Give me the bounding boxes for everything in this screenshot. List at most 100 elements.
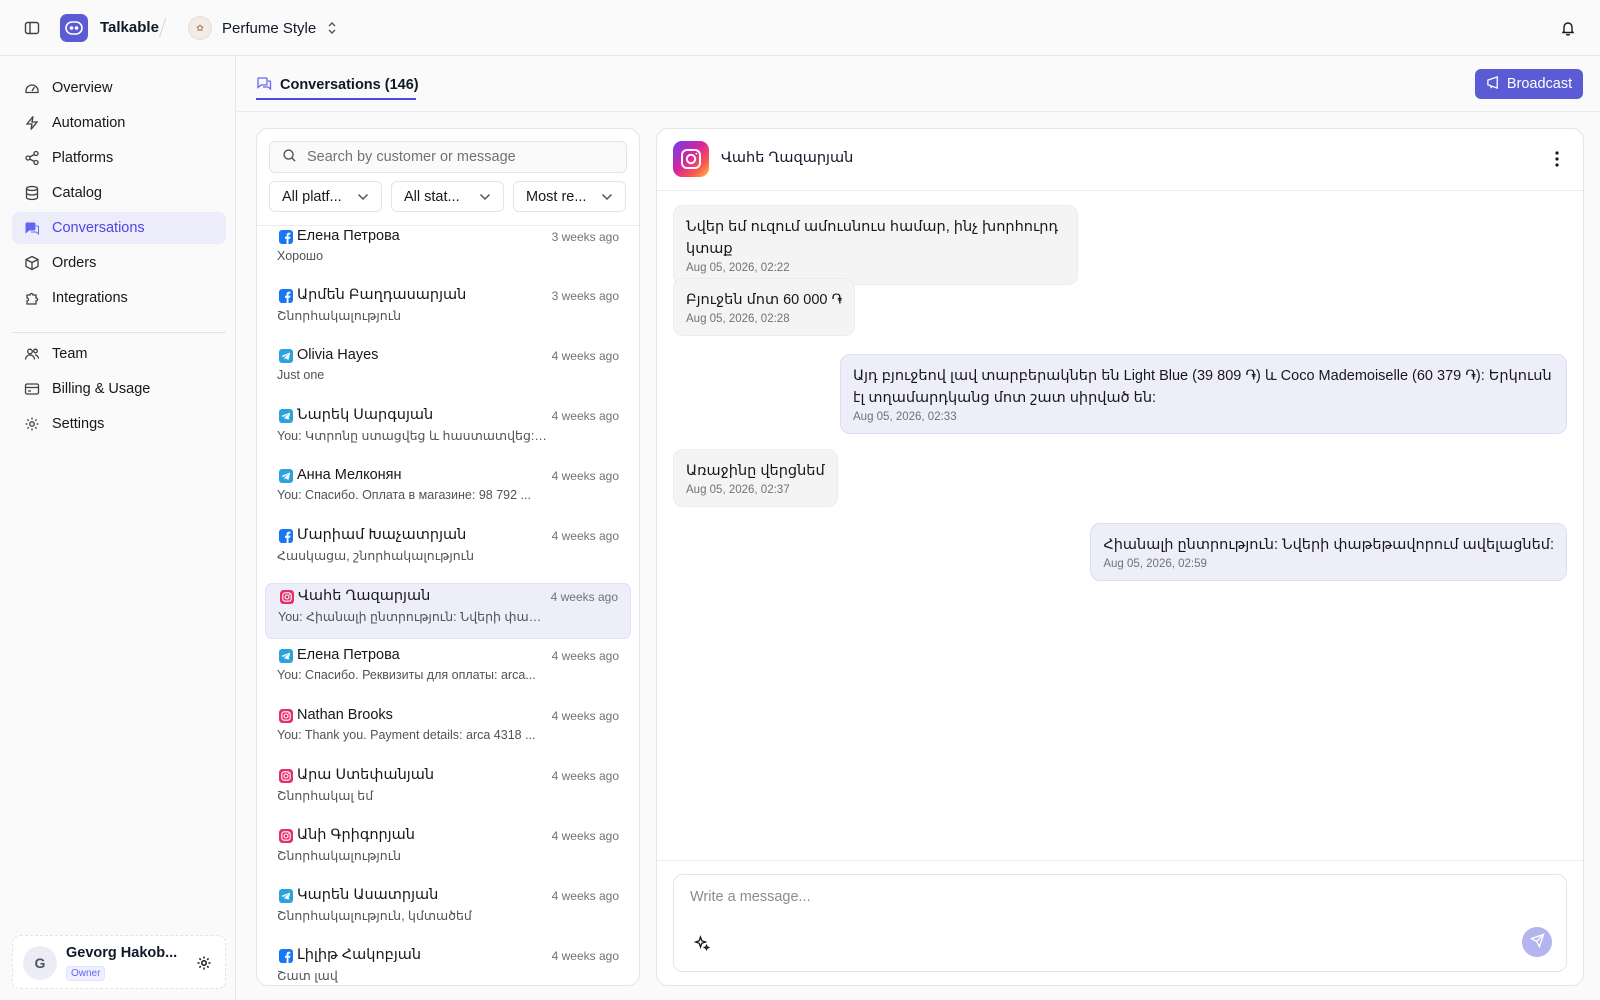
user-card[interactable]: G Gevorg Hakob... Owner xyxy=(12,935,226,989)
message-input[interactable] xyxy=(690,889,1490,913)
sparkles-icon[interactable] xyxy=(692,933,712,953)
sidebar-divider xyxy=(12,332,226,333)
chevron-up-down-icon xyxy=(328,22,336,34)
sidebar-item-label: Integrations xyxy=(52,290,128,306)
conversation-item[interactable]: Olivia Hayes 4 weeks ago Just one xyxy=(265,343,631,399)
conversation-time: 4 weeks ago xyxy=(551,469,619,483)
sidebar-item-billing[interactable]: Billing & Usage xyxy=(12,373,226,405)
conversation-preview: Շնորհակալություն xyxy=(277,849,402,863)
store-switcher[interactable]: ✿ Perfume Style xyxy=(188,14,338,42)
conversation-name: Լիլիթ Հակոբյան xyxy=(297,947,422,963)
telegram-icon xyxy=(279,409,293,423)
conversation-item[interactable]: Արմեն Բաղդասարյան 3 weeks ago Շնորհակալո… xyxy=(265,283,631,339)
message-time: Aug 05, 2026, 02:59 xyxy=(1103,558,1207,570)
facebook-icon xyxy=(279,529,293,543)
conversation-item[interactable]: Լիլիթ Հակոբյան 4 weeks ago Շատ լավ xyxy=(265,943,631,985)
sidebar-toggle-icon[interactable] xyxy=(22,18,42,38)
conversation-time: 4 weeks ago xyxy=(550,590,618,604)
instagram-icon xyxy=(280,590,294,604)
conversation-item[interactable]: Կարեն Ասատրյան 4 weeks ago Շնորհակալությ… xyxy=(265,883,631,939)
sidebar-item-conversations[interactable]: Conversations xyxy=(12,212,226,244)
sidebar-item-label: Overview xyxy=(52,80,113,96)
message-time: Aug 05, 2026, 02:28 xyxy=(686,313,790,325)
conversation-item[interactable]: Анна Мелконян 4 weeks ago You: Спасибо. … xyxy=(265,463,631,519)
sidebar-item-orders[interactable]: Orders xyxy=(12,247,226,279)
role-badge: Owner xyxy=(66,966,106,981)
more-vertical-icon[interactable] xyxy=(1547,149,1567,169)
message-time: Aug 05, 2026, 02:22 xyxy=(686,262,790,274)
app-name: Talkable xyxy=(100,19,159,36)
conversation-time: 3 weeks ago xyxy=(551,230,619,244)
conversation-preview: You: Thank you. Payment details: arca 43… xyxy=(277,728,536,742)
conversation-name: Nathan Brooks xyxy=(297,707,393,723)
conversation-item[interactable]: Елена Петрова 3 weeks ago Хорошо xyxy=(265,226,631,280)
user-settings-gear-icon[interactable] xyxy=(195,954,213,972)
chat-panel: Վահե Ղազարյան Նվեր եմ ուզում ամուսնուս հ… xyxy=(656,128,1584,986)
user-name: Gevorg Hakob... xyxy=(66,945,178,961)
conversation-list: Елена Петрова 3 weeks ago Хорошо Արմեն Բ… xyxy=(257,226,639,985)
sort-select[interactable]: Most re... xyxy=(513,181,626,212)
active-tab-indicator xyxy=(256,98,416,100)
conversation-name: Olivia Hayes xyxy=(297,347,379,363)
conversation-preview: You: Հիանալի ընտրություն: Նվերի փաթեթ... xyxy=(278,610,548,624)
tab-label: Conversations (146) xyxy=(280,77,419,93)
instagram-icon xyxy=(279,709,293,723)
search-input[interactable] xyxy=(307,149,607,165)
composer-divider xyxy=(657,860,1583,861)
conversation-item[interactable]: Նարեկ Սարգսյան 4 weeks ago You: Կտրոնը ս… xyxy=(265,403,631,459)
sidebar-item-label: Billing & Usage xyxy=(52,381,151,397)
conversation-item[interactable]: Անի Գրիգորյան 4 weeks ago Շնորհակալությո… xyxy=(265,823,631,879)
message-text: Հիանալի ընտրություն: Նվերի փաթեթավորում … xyxy=(1103,537,1554,553)
message-outgoing: Հիանալի ընտրություն: Նվերի փաթեթավորում … xyxy=(1090,523,1567,581)
platform-filter-select[interactable]: All platf... xyxy=(269,181,382,212)
conversation-item[interactable]: Արա Ստեփանյան 4 weeks ago Շնորհակալ եմ xyxy=(265,763,631,819)
database-icon xyxy=(24,185,40,201)
conversation-item[interactable]: Nathan Brooks 4 weeks ago You: Thank you… xyxy=(265,703,631,759)
conversation-time: 3 weeks ago xyxy=(551,289,619,303)
conversation-preview: You: Спасибо. Оплата в магазине: 98 792 … xyxy=(277,488,531,502)
sidebar-item-label: Orders xyxy=(52,255,97,271)
conversation-time: 4 weeks ago xyxy=(551,409,619,423)
gauge-icon xyxy=(24,80,40,96)
top-bar: Talkable ✿ Perfume Style xyxy=(0,0,1600,56)
broadcast-button[interactable]: Broadcast xyxy=(1475,69,1583,99)
conversation-time: 4 weeks ago xyxy=(551,649,619,663)
telegram-icon xyxy=(279,649,293,663)
message-incoming: Բյուջեն մոտ 60 000 ֏ Aug 05, 2026, 02:28 xyxy=(673,278,856,336)
tab-conversations[interactable]: Conversations (146) xyxy=(256,70,419,100)
conversation-name: Արմեն Բաղդասարյան xyxy=(297,287,467,303)
message-outgoing: Այդ բյուջեով լավ տարբերակներ են Light Bl… xyxy=(840,354,1567,434)
sidebar-item-label: Team xyxy=(52,346,88,362)
avatar: G xyxy=(23,946,57,980)
send-button[interactable] xyxy=(1522,927,1552,957)
bell-icon[interactable] xyxy=(1558,18,1578,38)
instagram-icon xyxy=(279,769,293,783)
store-name: Perfume Style xyxy=(222,19,317,37)
sidebar-item-overview[interactable]: Overview xyxy=(12,72,226,104)
conversation-preview: Շնորհակալություն xyxy=(277,309,402,323)
sidebar-item-team[interactable]: Team xyxy=(12,338,226,370)
sidebar-item-settings[interactable]: Settings xyxy=(12,408,226,440)
sidebar-item-label: Automation xyxy=(52,115,126,131)
message-time: Aug 05, 2026, 02:37 xyxy=(686,484,790,496)
message-text: Նվեր եմ ուզում ամուսնուս համար, ինչ խորհ… xyxy=(686,219,1059,257)
conversation-preview: You: Спасибо. Реквизиты для оплаты: arca… xyxy=(277,668,536,682)
sidebar-item-automation[interactable]: Automation xyxy=(12,107,226,139)
gear-icon xyxy=(24,416,40,432)
conversation-item-selected[interactable]: Վահե Ղազարյան 4 weeks ago You: Հիանալի ը… xyxy=(265,583,631,639)
conversation-item[interactable]: Елена Петрова 4 weeks ago You: Спасибо. … xyxy=(265,643,631,699)
conversation-item[interactable]: Մարիամ Խաչատրյան 4 weeks ago Հասկացա, շն… xyxy=(265,523,631,579)
sidebar-item-platforms[interactable]: Platforms xyxy=(12,142,226,174)
sidebar-item-catalog[interactable]: Catalog xyxy=(12,177,226,209)
conversation-preview: You: Կտրոնը ստացվեց և հաստատվեց: Շ... xyxy=(277,429,547,443)
status-filter-select[interactable]: All stat... xyxy=(391,181,504,212)
chat-bubbles-icon xyxy=(256,75,272,95)
search-box[interactable] xyxy=(269,141,627,173)
filter-label: All stat... xyxy=(404,188,460,205)
conversation-name: Արա Ստեփանյան xyxy=(297,767,435,783)
chevron-down-icon xyxy=(357,189,369,205)
sidebar-item-integrations[interactable]: Integrations xyxy=(12,282,226,314)
message-incoming: Նվեր եմ ուզում ամուսնուս համար, ինչ խորհ… xyxy=(673,205,1078,285)
broadcast-icon xyxy=(1486,75,1501,94)
conversation-name: Նարեկ Սարգսյան xyxy=(297,407,434,423)
